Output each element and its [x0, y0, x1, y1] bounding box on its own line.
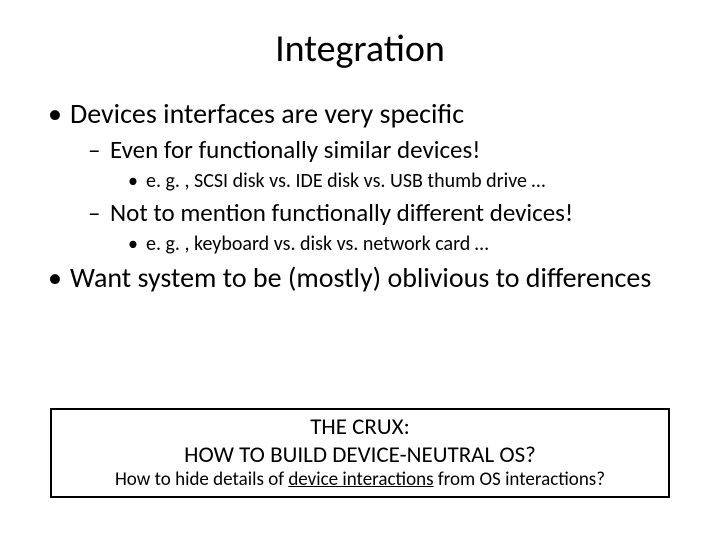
crux-box: THE CRUX: HOW TO BUILD DEVICE-NEUTRAL OS…	[50, 408, 670, 498]
crux-sub-post: from OS interactions?	[434, 468, 605, 491]
bullet-level2: Not to mention functionally different de…	[88, 199, 690, 228]
crux-sub-underline: device interactions	[288, 468, 433, 491]
slide: Integration Devices interfaces are very …	[0, 0, 720, 540]
crux-title-line1: THE CRUX:	[60, 414, 660, 442]
bullet-level3: e. g. , SCSI disk vs. IDE disk vs. USB t…	[128, 169, 690, 193]
crux-title-line2: HOW TO BUILD DEVICE-NEUTRAL OS?	[60, 442, 660, 470]
bullet-level3: e. g. , keyboard vs. disk vs. network ca…	[128, 232, 690, 256]
crux-sub-pre: How to hide details of	[115, 468, 288, 491]
crux-subtitle: How to hide details of device interactio…	[60, 469, 660, 492]
bullet-level2: Even for functionally similar devices!	[88, 136, 690, 165]
bullet-level1: Devices interfaces are very specific	[48, 98, 690, 130]
slide-title: Integration	[30, 26, 690, 72]
bullet-list: Devices interfaces are very specific Eve…	[30, 98, 690, 294]
bullet-level1: Want system to be (mostly) oblivious to …	[48, 262, 690, 294]
